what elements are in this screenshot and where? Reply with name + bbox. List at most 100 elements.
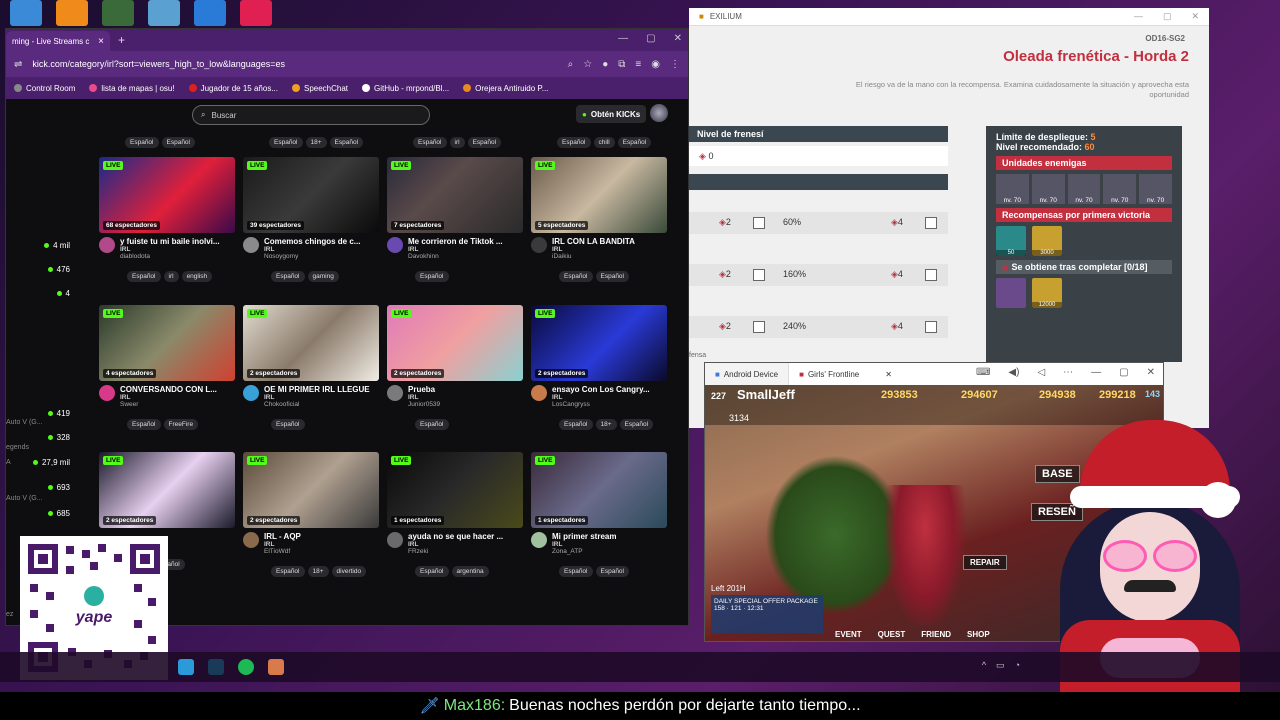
tag[interactable]: Español [415,419,449,430]
tag[interactable]: gaming [307,271,339,282]
event-button[interactable]: EVENT [835,630,862,639]
frenzy-option-row[interactable]: ◈2 240% ◈4 [689,316,948,338]
app-icon[interactable] [178,659,194,675]
stream-category[interactable]: IRL [264,246,376,253]
tag[interactable]: Español [271,419,305,430]
sidebar-viewer-count[interactable]: 4 mil [44,241,70,250]
tag[interactable]: Español [595,271,629,282]
stream-title[interactable]: ensayo Con Los Cangry... [552,385,664,394]
extension-icon[interactable]: ● [602,59,608,70]
stream-title[interactable]: OE MI PRIMER IRL LLEGUE [264,385,376,394]
battery-icon[interactable]: ▭ [996,660,1005,671]
url-field[interactable]: kick.com/category/irl?sort=viewers_high_… [32,59,557,69]
stream-title[interactable]: y fuiste tu mi baile inolvi... [120,237,232,246]
stream-card[interactable]: LIVE 39 espectadores Comemos chingos de … [243,157,379,283]
checkbox[interactable] [753,321,765,333]
checkbox[interactable] [753,217,765,229]
frenzy-option-row[interactable]: ◈2 160% ◈4 [689,264,948,286]
tag[interactable]: Español [161,137,195,148]
zoom-icon[interactable]: ⌕ [568,59,574,70]
maximize-icon[interactable]: ▢ [1163,11,1172,22]
channel-name[interactable]: ElTioWdf [264,548,376,555]
stream-title[interactable]: IRL - AQP [264,532,376,541]
desktop-app-icon[interactable] [194,0,226,26]
stream-category[interactable]: IRL [552,246,664,253]
checkbox[interactable] [925,321,937,333]
stream-card[interactable]: LIVE 68 espectadores y fuiste tu mi bail… [99,157,235,283]
tag[interactable]: FreeFire [163,419,199,430]
channel-avatar[interactable] [387,385,403,401]
checkbox[interactable] [925,217,937,229]
enemy-unit[interactable]: nv. 70 [1139,174,1172,204]
reward-item[interactable] [996,278,1026,308]
bookmark-star-icon[interactable]: ☆ [583,59,592,70]
stream-category[interactable]: IRL [264,541,376,548]
get-kicks-button[interactable]: ● Obtén KICKs [576,105,647,123]
close-icon[interactable]: ✕ [1191,11,1199,22]
quest-button[interactable]: QUEST [878,630,906,639]
media-icon[interactable]: ≡ [635,59,641,70]
tag[interactable]: chill [593,137,615,148]
channel-name[interactable]: FRzeki [408,548,520,555]
sidebar-viewer-count[interactable]: 27,9 mil [32,458,70,467]
repair-button[interactable]: REPAIR [963,555,1007,570]
network-icon[interactable]: ◔ [1015,660,1020,671]
stream-category[interactable]: IRL [408,246,520,253]
stream-thumbnail[interactable]: LIVE 2 espectadores [531,305,667,381]
more-icon[interactable]: ⋯ [1063,367,1073,378]
stream-card[interactable]: LIVE 4 espectadores CONVERSANDO CON L...… [99,305,235,431]
channel-name[interactable]: Zona_ATP [552,548,664,555]
spotify-icon[interactable] [238,659,254,675]
shop-button[interactable]: SHOP [967,630,990,639]
channel-avatar[interactable] [99,385,115,401]
channel-name[interactable]: Nosoygomy [264,253,376,260]
channel-avatar[interactable] [387,532,403,548]
app-icon[interactable] [268,659,284,675]
channel-name[interactable]: Davokhinn [408,253,520,260]
avatar[interactable] [650,104,668,122]
stream-thumbnail[interactable]: LIVE 68 espectadores [99,157,235,233]
enemy-unit[interactable]: nv. 70 [1067,174,1101,204]
stream-card[interactable]: LIVE 7 espectadores Me corrieron de Tikt… [387,157,523,283]
tag[interactable]: irl [163,271,179,282]
tag[interactable]: Español [467,137,502,148]
steam-icon[interactable] [208,659,224,675]
channel-avatar[interactable] [243,532,259,548]
tag[interactable]: Español [329,137,364,148]
tag[interactable]: 18+ [595,419,617,430]
tag[interactable]: english [181,271,213,282]
profile-icon[interactable]: ◉ [651,59,660,70]
stream-category[interactable]: IRL [408,541,520,548]
sidebar-viewer-count[interactable]: 476 [47,265,70,274]
channel-name[interactable]: diablodota [120,253,232,260]
stream-category[interactable]: IRL [408,394,520,401]
desktop-app-icon[interactable] [148,0,180,26]
minimize-icon[interactable]: — [1134,11,1143,22]
stream-thumbnail[interactable]: LIVE 1 espectadores [531,452,667,528]
bookmark-item[interactable]: Orejera Antiruido P... [463,84,548,93]
tag[interactable]: Español [127,271,161,282]
enemy-unit[interactable]: nv. 70 [1103,174,1137,204]
keyboard-icon[interactable]: ⌨ [976,367,990,378]
tag[interactable]: Español [557,137,591,148]
stream-category[interactable]: IRL [120,394,232,401]
back-icon[interactable]: ◁ [1037,367,1045,378]
bookmark-item[interactable]: Control Room [14,84,75,93]
close-icon[interactable]: × [98,36,104,47]
stream-category[interactable]: IRL [552,394,664,401]
tag[interactable]: Español [413,137,447,148]
stream-thumbnail[interactable]: LIVE 2 espectadores [243,305,379,381]
stream-thumbnail[interactable]: LIVE 7 espectadores [387,157,523,233]
channel-avatar[interactable] [99,237,115,253]
close-icon[interactable]: ✕ [885,370,892,379]
channel-name[interactable]: Junior0539 [408,401,520,408]
tag[interactable]: irl [449,137,465,148]
channel-avatar[interactable] [531,237,547,253]
sidebar-viewer-count[interactable]: 693 [47,483,70,492]
tag[interactable]: Español [559,271,593,282]
close-icon[interactable]: ✕ [674,33,682,44]
channel-avatar[interactable] [531,532,547,548]
new-tab-icon[interactable]: + [118,33,125,47]
stream-thumbnail[interactable]: LIVE 2 espectadores [243,452,379,528]
channel-avatar[interactable] [387,237,403,253]
